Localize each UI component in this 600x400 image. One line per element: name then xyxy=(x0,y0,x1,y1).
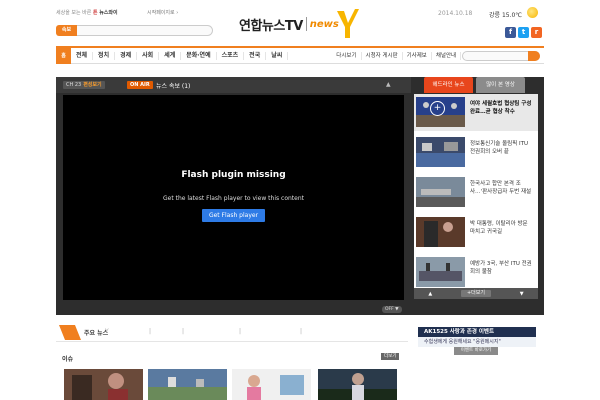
issue-section: 이슈 더보기 xyxy=(56,349,408,400)
site-logo[interactable]: 연합뉴스TV news xyxy=(239,9,359,39)
current-date: 2014.10.18 xyxy=(438,10,473,17)
nav-item-sports[interactable]: 스포츠 xyxy=(217,51,245,60)
event-button[interactable]: 이벤트 바로가기 xyxy=(454,347,498,355)
on-air-badge: ON AIR xyxy=(127,81,153,89)
more-button[interactable]: 더보기 xyxy=(381,353,400,360)
list-item[interactable]: + 여야 세월호법 협상팀 구성 완료…곧 협상 착수 xyxy=(414,94,538,131)
banner-subtitle: 수험생에게 응원해세요 "응원메시지" xyxy=(418,337,536,347)
main-nav: 홈 전체 정치 경제 사회 세계 문화·연예 스포츠 전국 날씨 다시보기 시청… xyxy=(56,46,544,64)
ticker-separator: | xyxy=(182,328,185,335)
start-page-link[interactable]: 시작페이지로 › xyxy=(147,9,178,16)
nav-item-world[interactable]: 세계 xyxy=(159,51,182,60)
nav-item-economy[interactable]: 경제 xyxy=(115,51,138,60)
thumbnail-image xyxy=(416,257,465,287)
channel-badge[interactable]: CH 23 편성보기 xyxy=(63,81,105,89)
tab-most-viewed[interactable]: 많이 본 영상 xyxy=(476,77,525,93)
nav-item-board[interactable]: 시청자 게시판 xyxy=(362,51,403,60)
search-input[interactable] xyxy=(462,50,540,61)
sun-icon xyxy=(527,7,538,18)
player-header xyxy=(56,77,411,93)
nav-item-channel[interactable]: 채널안내 xyxy=(432,51,462,60)
nav-home[interactable]: 홈 xyxy=(56,47,71,64)
thumbnail-image xyxy=(416,177,465,207)
thumbnail-image xyxy=(416,217,465,247)
volume-icon[interactable]: ▲ xyxy=(386,81,391,88)
player-title: 뉴스 속보 (1) xyxy=(156,83,191,90)
twitter-icon[interactable]: t xyxy=(518,27,529,38)
rss-icon[interactable]: r xyxy=(531,27,542,38)
issue-photo[interactable] xyxy=(232,369,311,400)
nav-item-politics[interactable]: 정치 xyxy=(93,51,116,60)
nav-item-society[interactable]: 사회 xyxy=(137,51,160,60)
list-item[interactable]: 예방가 3국, 부산 ITU 전권회의 불참 xyxy=(414,254,538,291)
get-flash-button[interactable]: Get Flash player xyxy=(202,209,265,222)
issue-photo[interactable] xyxy=(318,369,397,400)
nav-item-national[interactable]: 전국 xyxy=(244,51,267,60)
weather-info: 강릉 15.0℃ xyxy=(489,12,523,19)
ticker-separator: | xyxy=(239,328,242,335)
ticker-separator: | xyxy=(300,328,303,335)
list-item[interactable]: 정보통신기술 올림픽 ITU 전권회의 오버 끝 xyxy=(414,134,538,171)
nav-item-culture[interactable]: 문화·연예 xyxy=(181,51,217,60)
breaking-news-ticker[interactable] xyxy=(77,25,213,36)
list-more-button[interactable]: +더보기 xyxy=(460,290,491,297)
ticker-icon xyxy=(59,325,81,340)
major-news-ticker: 주요 뉴스 Y | | | | xyxy=(56,323,408,342)
list-item[interactable]: 한국사고 합만 본격 조사…'판사장급자 두번 재설 xyxy=(414,174,538,211)
site-header: 세상을 보는 바른 튼 뉴스와이 시작페이지로 › 속보 연합뉴스TV news… xyxy=(0,0,600,45)
headline-list: + 여야 세월호법 협상팀 구성 완료…곧 협상 착수 정보통신기술 올림픽 I… xyxy=(414,94,538,294)
breaking-news-badge[interactable]: 속보 xyxy=(56,25,77,36)
nav-item-tip[interactable]: 기사제보 xyxy=(403,51,432,60)
y-logo-icon xyxy=(336,9,359,38)
ticker-item[interactable]: Y xyxy=(105,328,109,335)
search-icon[interactable] xyxy=(528,50,540,61)
facebook-icon[interactable]: f xyxy=(505,27,516,38)
video-player-panel: CH 23 편성보기 ON AIR 뉴스 속보 (1) ▲ Flash plugi… xyxy=(56,77,544,315)
list-pagination: ▲ +더보기 ▼ xyxy=(414,288,538,299)
list-up-button[interactable]: ▲ xyxy=(428,291,432,297)
section-title: 이슈 xyxy=(62,356,74,363)
site-tagline: 세상을 보는 바른 튼 뉴스와이 xyxy=(56,10,118,16)
banner-title: AK1525 사랑과 존경 이벤트 xyxy=(418,327,536,337)
flash-missing-desc: Get the latest Flash player to view this… xyxy=(162,195,304,202)
thumbnail-image xyxy=(416,137,465,167)
nav-item-weather[interactable]: 날씨 xyxy=(266,51,289,60)
flash-missing-title: Flash plugin missing xyxy=(181,170,286,180)
play-icon[interactable]: + xyxy=(430,101,445,116)
ticker-separator: | xyxy=(149,328,152,335)
nav-item-all[interactable]: 전체 xyxy=(71,51,94,60)
issue-photo[interactable] xyxy=(64,369,143,400)
list-down-button[interactable]: ▼ xyxy=(520,291,524,297)
nav-item-replay[interactable]: 다시보기 xyxy=(332,51,362,60)
tab-headline-news[interactable]: 헤드라인 뉴스 xyxy=(424,77,473,93)
video-area[interactable]: Flash plugin missing Get the latest Flas… xyxy=(63,95,404,300)
player-off-button[interactable]: OFF ▼ xyxy=(382,306,402,313)
list-item[interactable]: 박 대통령, 이탈리아 방문 마치고 귀국길 xyxy=(414,214,538,251)
event-banner[interactable]: AK1525 사랑과 존경 이벤트 수험생에게 응원해세요 "응원메시지" 이벤… xyxy=(418,327,536,357)
issue-photo[interactable] xyxy=(148,369,227,400)
